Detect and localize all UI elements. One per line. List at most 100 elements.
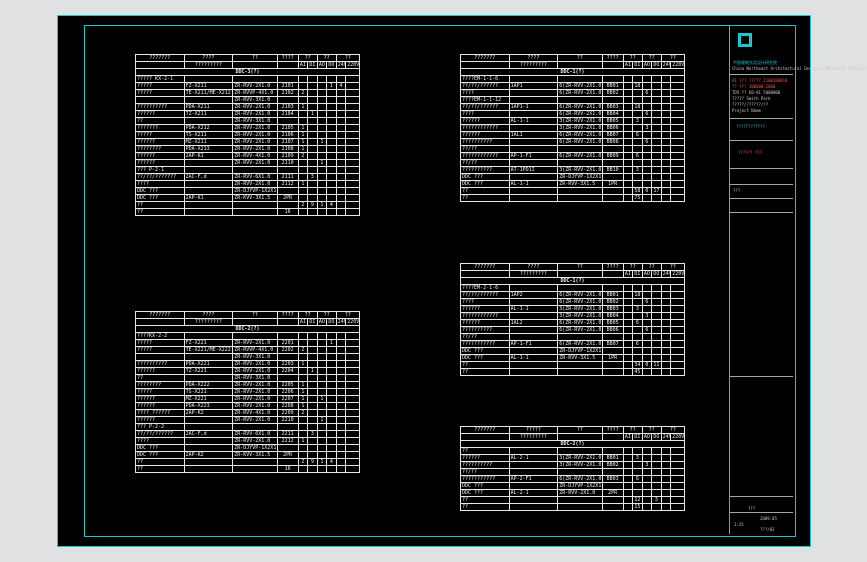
table-cell [345, 166, 360, 174]
table-cell [326, 374, 337, 382]
table-cell [276, 96, 299, 104]
table-cell [316, 187, 328, 195]
table-cell: 2PR [276, 194, 299, 202]
table-cell [183, 166, 234, 174]
table-cell: 2AP-K2 [183, 409, 234, 417]
table-cell: 2202 [276, 346, 299, 354]
table-row: ???? ZR-RVV-2X1.0 2212 1 [135, 437, 360, 445]
table-cell [651, 75, 662, 83]
table-header-cell: ?? [622, 263, 643, 271]
table-subheader-cell: 24V [335, 61, 347, 69]
table-cell: 1 [316, 395, 328, 403]
company-name: 中国建筑东北设计研究院 [733, 60, 777, 65]
table-cell [297, 117, 309, 125]
table-cell [232, 332, 278, 340]
table-row: ????? FZ-X221 ZR-RVV-2X1.0 2201 1 [135, 339, 360, 347]
table-cell [345, 194, 360, 202]
table-row: ????? KX-2-1 [135, 75, 360, 83]
table-cell [345, 152, 360, 160]
table-cell: ZR-RVV-6X1.0 [232, 430, 278, 438]
table-cell [316, 96, 328, 104]
table-cell: 1 [297, 437, 309, 445]
table-cell [670, 482, 685, 490]
table-cell: AP-1-F1 [508, 152, 559, 160]
table-cell: BB06 [601, 124, 624, 132]
table-cell: ZR-RVV-2X1.0 [232, 124, 278, 132]
table-cell [345, 138, 360, 146]
table-cell [670, 447, 685, 455]
table-cell [345, 82, 360, 90]
table-cell: 6 [641, 110, 653, 118]
table-cell: 2AP-K1 [183, 152, 234, 160]
table-cell: 2106 [276, 131, 299, 139]
table-cell [335, 409, 347, 417]
table-row: ?? 12 3 [460, 496, 685, 504]
table-cell [345, 89, 360, 97]
table-cell [622, 354, 634, 362]
table-cell [326, 180, 337, 188]
table-row: ZR-RVV-3X1.0 [135, 353, 360, 361]
table-cell: 3 [641, 312, 653, 320]
table-cell: 1 [326, 82, 337, 90]
table-cell: DDC ??? [135, 444, 185, 452]
title-block-divider [730, 512, 793, 513]
table-row: ???????????? AP-1-F1 6(ZR-RVV-2X1.0) BB09 6 [460, 152, 685, 160]
table-cell [307, 187, 318, 195]
license-line: ?????/??????/?? [732, 102, 769, 107]
table-cell: ZR-RVV-6X1.0 [232, 173, 278, 181]
table-cell: 1PR [601, 354, 624, 362]
table-cell: DDC ??? [460, 180, 510, 188]
table-header-cell: ?? [557, 54, 603, 62]
table-cell: 2105 [276, 124, 299, 132]
table-cell: 1AL1 [508, 131, 559, 139]
table-row: ????? TS-X211 ZR-RVV-2X1.0 2106 1 [135, 131, 360, 139]
table-cell [232, 201, 278, 209]
table-row: ?????? MZ-X211 ZR-RVV-2X1.0 2107 1 1 [135, 138, 360, 146]
table-cell [632, 347, 643, 355]
table-cell [297, 451, 309, 459]
table-header-cell: ?? [232, 311, 278, 319]
table-cell [345, 180, 360, 188]
table-cell [641, 82, 653, 90]
table-cell: 6(ZR-RVV-2X1.0) [557, 326, 603, 334]
table-cell: 6(ZR-RVV-2X1.0) [557, 82, 603, 90]
table-cell [670, 110, 685, 118]
table-cell [316, 451, 328, 459]
table-row: DDC ??? AL-1-1 ZR-RVV-3X1.5 1PR [460, 180, 685, 188]
io-table-ddc-1-mid: ???????????????????????????????? AI DI AO DO… [460, 263, 686, 376]
table-cell [345, 353, 360, 361]
table-cell: 2AC-F,d [183, 430, 234, 438]
table-cell [307, 117, 318, 125]
table-cell: ZR-KVV-3X1.5 [232, 194, 278, 202]
table-cell [307, 208, 318, 216]
table-cell: ZR-RVVP-4X1.0 [232, 89, 278, 97]
table-cell: AL-2-1 [508, 454, 559, 462]
table-row: ?????? AL-2-1 3(ZR-RVV-2X1.0) BB01 3 [460, 454, 685, 462]
table-cell: 1PR [601, 180, 624, 188]
table-header-cell: ?? [557, 263, 603, 271]
table-cell [297, 332, 309, 340]
table-cell [622, 194, 634, 202]
table-cell [641, 496, 653, 504]
table-cell [632, 326, 643, 334]
table-cell [632, 110, 643, 118]
table-cell: 1 [297, 360, 309, 368]
table-cell [622, 110, 634, 118]
table-cell [326, 437, 337, 445]
table-cell: ?? [135, 458, 185, 466]
table-cell [335, 444, 347, 452]
table-cell: ???? [460, 110, 510, 118]
table-subheader-cell [557, 61, 603, 69]
table-subheader-cell: AI [622, 270, 634, 278]
table-cell [345, 360, 360, 368]
table-subheader-cell: DI [307, 318, 318, 326]
scale-value: 1:25 [734, 522, 744, 527]
table-cell [335, 145, 347, 153]
table-cell [557, 187, 603, 195]
table-cell [651, 340, 662, 348]
table-cell: ???????? [135, 381, 185, 389]
table-cell [508, 110, 559, 118]
table-cell [276, 444, 299, 452]
table-cell [326, 388, 337, 396]
table-cell [601, 361, 624, 369]
